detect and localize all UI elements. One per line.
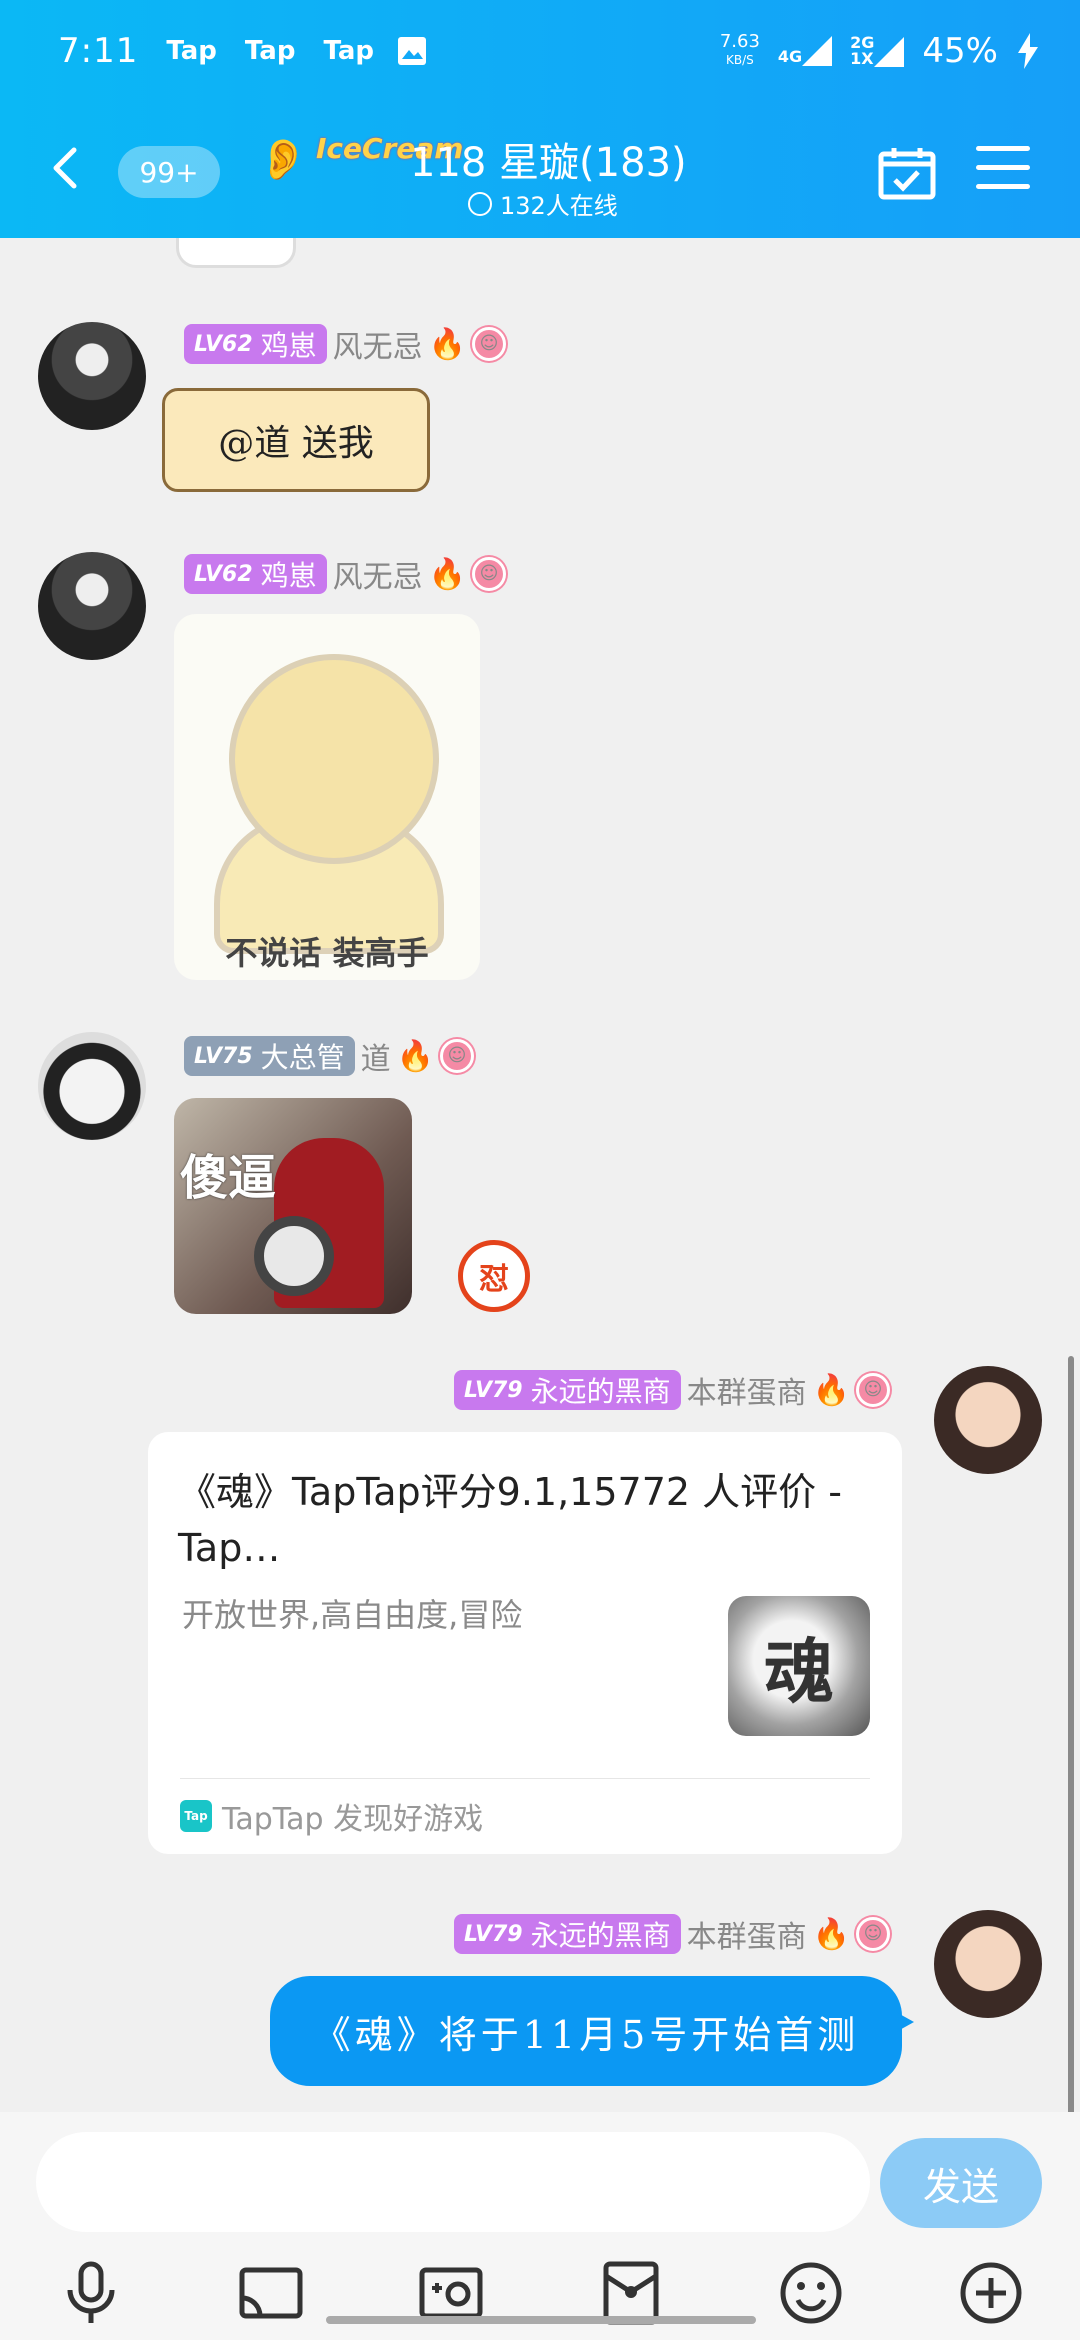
card-description: 开放世界,高自由度,冒险 (182, 1596, 523, 1634)
input-bar: 发送 (0, 2112, 1080, 2340)
avatar[interactable] (38, 552, 146, 660)
sticker-caption: 傻逼 (180, 1150, 277, 1206)
card-source: Tap TapTap 发现好游戏 (180, 1794, 483, 1838)
avatar[interactable] (38, 1032, 146, 1140)
online-status-icon (468, 191, 492, 216)
sender-name[interactable]: 风无忌 (333, 322, 423, 366)
sender-meta: LV62 鸡崽 风无忌 🔥 ☺ (184, 322, 507, 366)
smile-badge-icon: ☺ (472, 327, 507, 361)
fire-icon: 🔥 (812, 1916, 850, 1952)
chat-header: 7:11 Tap Tap Tap 7.63 KB/S 4G 2G 1X 45% 99… (0, 0, 1080, 238)
message-input[interactable] (36, 2132, 870, 2232)
unread-count-badge[interactable]: 99+ (118, 146, 220, 198)
avatar[interactable] (38, 322, 146, 430)
avatar[interactable] (934, 1910, 1042, 2018)
smile-badge-icon: ☺ (440, 1039, 475, 1073)
level-badge: LV79 永远的黑商 (453, 1370, 681, 1410)
menu-icon[interactable] (976, 146, 1030, 192)
calendar-check-icon[interactable] (878, 146, 936, 200)
previous-sticker-fragment (176, 238, 296, 268)
back-arrow-icon[interactable] (46, 146, 86, 190)
group-title[interactable]: 118 星璇(183) (410, 130, 687, 188)
sender-name[interactable]: 本群蛋商 (687, 1912, 807, 1956)
fire-icon: 🔥 (396, 1038, 435, 1074)
status-time: 7:11 (58, 31, 139, 71)
ear-icon[interactable]: 👂 (258, 136, 308, 183)
smile-badge-icon: ☺ (856, 1373, 890, 1407)
smile-badge-icon: ☺ (856, 1917, 890, 1951)
taptap-notification-icon: Tap (166, 36, 217, 66)
sticker-caption: 不说话 装高手 (225, 934, 429, 972)
cast-icon[interactable] (236, 2258, 306, 2328)
battery-level: 45% (922, 31, 998, 71)
scrollbar[interactable] (1068, 1356, 1074, 2116)
sender-meta: LV79 永远的黑商 本群蛋商 🔥 ☺ (453, 1368, 890, 1412)
signal-4g-icon: 4G (778, 36, 833, 66)
message-bubble[interactable]: @道 送我 (162, 388, 430, 492)
link-share-card[interactable]: 《魂》TapTap评分9.1,15772 人评价 - Tap… 开放世界,高自由… (148, 1432, 902, 1854)
signal-2g-icon: 2G 1X (850, 35, 905, 67)
reaction-icon[interactable]: 怼 (458, 1240, 530, 1312)
net-speed: 7.63 KB/S (719, 31, 760, 68)
send-button[interactable]: 发送 (880, 2138, 1042, 2228)
smile-badge-icon: ☺ (472, 557, 507, 591)
plus-icon[interactable] (956, 2258, 1026, 2328)
emoji-icon[interactable] (776, 2258, 846, 2328)
taptap-notification-icon: Tap (244, 36, 296, 66)
sender-name[interactable]: 风无忌 (333, 552, 423, 596)
card-divider (180, 1778, 870, 1779)
fire-icon: 🔥 (428, 326, 467, 362)
online-count[interactable]: 132人在线 (468, 186, 618, 221)
image-notification-icon (398, 37, 426, 65)
status-bar: 7:11 Tap Tap Tap 7.63 KB/S 4G 2G 1X 45% (58, 28, 1040, 74)
sender-meta: LV75 大总管 道 🔥 ☺ (184, 1034, 475, 1078)
sticker-message[interactable]: 傻逼 (174, 1098, 412, 1314)
message-bubble[interactable]: 《魂》将于11月5号开始首测 (270, 1976, 914, 2086)
fire-icon: 🔥 (428, 556, 467, 592)
fire-icon: 🔥 (812, 1372, 850, 1408)
sender-name[interactable]: 道 (361, 1034, 391, 1078)
sticker-message[interactable]: 不说话 装高手 (174, 614, 480, 980)
taptap-notification-icon: Tap (323, 36, 374, 66)
mic-icon[interactable] (56, 2258, 126, 2328)
sender-meta: LV79 永远的黑商 本群蛋商 🔥 ☺ (453, 1912, 890, 1956)
avatar[interactable] (934, 1366, 1042, 1474)
sender-name[interactable]: 本群蛋商 (687, 1368, 807, 1412)
level-badge: LV75 大总管 (184, 1036, 355, 1076)
card-title: 《魂》TapTap评分9.1,15772 人评价 - Tap… (178, 1470, 842, 1570)
level-badge: LV62 鸡崽 (184, 554, 327, 594)
nav-row: 99+ 👂 IceCream 118 星璇(183) 132人在线 (0, 130, 1080, 220)
sender-meta: LV62 鸡崽 风无忌 🔥 ☺ (184, 552, 507, 596)
taptap-icon: Tap (180, 1800, 212, 1832)
card-thumbnail: 魂 (728, 1596, 870, 1736)
level-badge: LV62 鸡崽 (184, 324, 327, 364)
charging-icon (1018, 33, 1038, 69)
home-indicator[interactable] (326, 2316, 756, 2324)
level-badge: LV79 永远的黑商 (453, 1914, 681, 1954)
